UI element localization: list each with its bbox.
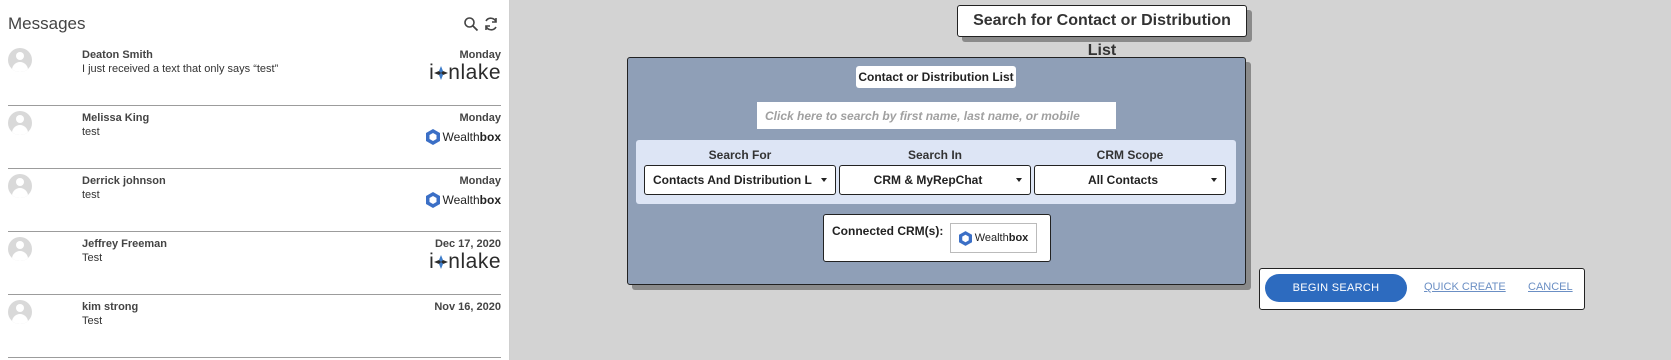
message-item[interactable]: Derrick johnson test Monday Wealth box (8, 168, 501, 232)
message-date: Monday (459, 112, 501, 124)
search-for-select[interactable]: Contacts And Distribution L (644, 165, 836, 195)
search-heading: Contact or Distribution List (856, 66, 1016, 88)
message-item[interactable]: Melissa King test Monday Wealth box (8, 105, 501, 169)
message-date: Nov 16, 2020 (434, 301, 501, 313)
message-date: Monday (459, 49, 501, 61)
message-sender: Deaton Smith (82, 49, 153, 61)
quick-create-link[interactable]: QUICK CREATE (1424, 281, 1506, 293)
message-item[interactable]: Jeffrey Freeman Test Dec 17, 2020 i nlake (8, 231, 501, 295)
wealthbox-logo: Wealth box (425, 129, 501, 145)
filter-label: Search For (708, 148, 772, 162)
messages-panel: Messages Deaton Smith I just received a … (0, 0, 510, 360)
message-preview: I just received a text that only says “t… (82, 63, 279, 75)
messages-header: Messages (8, 14, 501, 36)
cancel-link[interactable]: CANCEL (1528, 281, 1573, 293)
message-date: Dec 17, 2020 (434, 238, 501, 250)
refresh-icon[interactable] (483, 16, 499, 32)
wealthbox-logo: Wealth box (425, 192, 501, 208)
search-input[interactable] (757, 102, 1116, 129)
message-sender: kim strong (82, 301, 139, 313)
message-sender: Jeffrey Freeman (82, 238, 167, 250)
filter-label: Search In (907, 148, 963, 162)
message-item[interactable]: Deaton Smith I just received a text that… (8, 42, 501, 106)
connected-crm: Connected CRM(s): Wealth box (823, 214, 1051, 262)
message-preview: Test (82, 315, 103, 327)
begin-search-button[interactable]: BEGIN SEARCH (1265, 274, 1407, 302)
messages-title: Messages (8, 14, 86, 33)
filter-search-for: Search For Contacts And Distribution L (644, 148, 836, 195)
message-item[interactable]: kim strong Test Nov 16, 2020 (8, 294, 501, 358)
filter-crm-scope: CRM Scope All Contacts (1034, 148, 1226, 195)
search-panel: Contact or Distribution List Search For … (627, 57, 1246, 285)
avatar-icon (8, 300, 32, 324)
select-value: Contacts And Distribution L (653, 173, 812, 187)
message-preview: Test (82, 252, 103, 264)
message-preview: test (82, 126, 100, 138)
caret-down-icon (1211, 178, 1217, 182)
action-bar: BEGIN SEARCH QUICK CREATE CANCEL (1259, 268, 1585, 310)
message-sender: Melissa King (82, 112, 150, 124)
avatar-icon (8, 111, 32, 135)
caret-down-icon (821, 178, 827, 182)
ionlake-logo: i nlake (429, 250, 501, 273)
wealthbox-badge: Wealth box (950, 223, 1037, 253)
message-preview: test (82, 189, 100, 201)
filter-label: CRM Scope (1096, 148, 1164, 162)
message-sender: Derrick johnson (82, 175, 166, 187)
avatar-icon (8, 48, 32, 72)
select-value: CRM & MyRepChat (873, 173, 983, 187)
avatar-icon (8, 237, 32, 261)
search-icon[interactable] (463, 16, 479, 32)
filter-search-in: Search In CRM & MyRepChat (839, 148, 1031, 195)
avatar-icon (8, 174, 32, 198)
caret-down-icon (1016, 178, 1022, 182)
connected-crm-label: Connected CRM(s): (832, 224, 944, 238)
select-value: All Contacts (1087, 173, 1158, 187)
wealthbox-logo: Wealth box (958, 230, 1028, 246)
search-in-select[interactable]: CRM & MyRepChat (839, 165, 1031, 195)
search-title: Search for Contact or Distribution List (957, 5, 1247, 59)
crm-scope-select[interactable]: All Contacts (1034, 165, 1226, 195)
message-date: Monday (459, 175, 501, 187)
ionlake-logo: i nlake (429, 61, 501, 84)
search-filters: Search For Contacts And Distribution L S… (636, 140, 1236, 204)
